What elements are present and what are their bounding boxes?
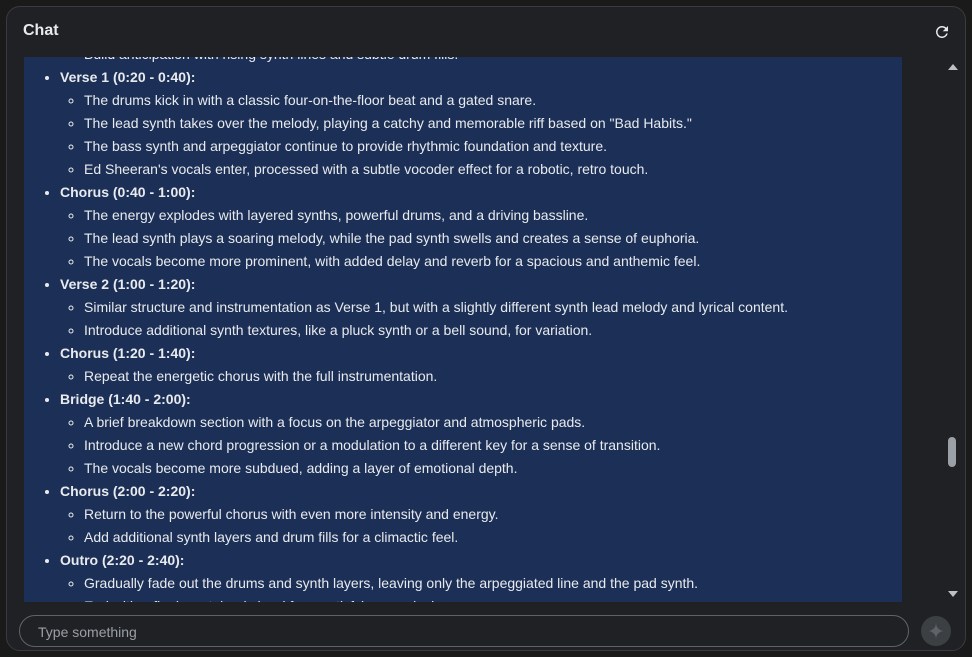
- chat-input-container: [19, 615, 909, 648]
- list-section: Bridge (1:40 - 2:00): A brief breakdown s…: [60, 388, 902, 480]
- list-item: Similar structure and instrumentation as…: [84, 296, 902, 319]
- list-item: The lead synth takes over the melody, pl…: [84, 112, 902, 135]
- chat-header: Chat: [7, 7, 965, 57]
- section-items: Return to the powerful chorus with even …: [60, 503, 902, 549]
- scroll-down-arrow-icon[interactable]: [948, 591, 958, 597]
- chat-input[interactable]: [36, 616, 900, 648]
- section-title: Chorus (0:40 - 1:00):: [60, 184, 196, 200]
- section-list: Verse 1 (0:20 - 0:40): The drums kick in …: [24, 66, 902, 602]
- list-item: Introduce additional synth textures, lik…: [84, 319, 902, 342]
- list-item: Ed Sheeran's vocals enter, processed wit…: [84, 158, 902, 181]
- section-items: A brief breakdown section with a focus o…: [60, 411, 902, 480]
- scroll-thumb[interactable]: [948, 437, 956, 467]
- list-item: The vocals become more subdued, adding a…: [84, 457, 902, 480]
- list-item: The energy explodes with layered synths,…: [84, 204, 902, 227]
- list-item: The bass synth and arpeggiator continue …: [84, 135, 902, 158]
- section-title: Bridge (1:40 - 2:00):: [60, 391, 191, 407]
- chat-title: Chat: [23, 22, 59, 39]
- section-title: Chorus (2:00 - 2:20):: [60, 483, 196, 499]
- sparkle-icon: [928, 623, 944, 639]
- list-section: Chorus (1:20 - 1:40): Repeat the energeti…: [60, 342, 902, 388]
- section-title: Verse 2 (1:00 - 1:20):: [60, 276, 196, 292]
- send-button[interactable]: [921, 616, 951, 646]
- list-item: The vocals become more prominent, with a…: [84, 250, 902, 273]
- section-title: Chorus (1:20 - 1:40):: [60, 345, 196, 361]
- section-title: Verse 1 (0:20 - 0:40):: [60, 69, 196, 85]
- list-section: Chorus (2:00 - 2:20): Return to the power…: [60, 480, 902, 549]
- list-item: Return to the powerful chorus with even …: [84, 503, 902, 526]
- section-items: Gradually fade out the drums and synth l…: [60, 572, 902, 602]
- scroll-up-arrow-icon[interactable]: [948, 64, 958, 70]
- list-section: Outro (2:20 - 2:40): Gradually fade out t…: [60, 549, 902, 602]
- list-item: The lead synth plays a soaring melody, w…: [84, 227, 902, 250]
- section-title: Outro (2:20 - 2:40):: [60, 552, 185, 568]
- refresh-icon[interactable]: [933, 23, 951, 41]
- list-item: A brief breakdown section with a focus o…: [84, 411, 902, 434]
- list-item: Repeat the energetic chorus with the ful…: [84, 365, 902, 388]
- list-section: Chorus (0:40 - 1:00): The energy explodes…: [60, 181, 902, 273]
- chat-window: Chat Build anticipation with rising synt…: [6, 6, 966, 651]
- section-items: Similar structure and instrumentation as…: [60, 296, 902, 342]
- scrollbar[interactable]: [941, 57, 965, 602]
- message-scroll-area: Build anticipation with rising synth lin…: [24, 57, 902, 602]
- section-items: Repeat the energetic chorus with the ful…: [60, 365, 902, 388]
- section-items: The energy explodes with layered synths,…: [60, 204, 902, 273]
- message-content: Build anticipation with rising synth lin…: [24, 57, 902, 602]
- list-section: Verse 2 (1:00 - 1:20): Similar structure …: [60, 273, 902, 342]
- list-item: Introduce a new chord progression or a m…: [84, 434, 902, 457]
- list-section: Verse 1 (0:20 - 0:40): The drums kick in …: [60, 66, 902, 181]
- list-item: Gradually fade out the drums and synth l…: [84, 572, 902, 595]
- list-item: The drums kick in with a classic four-on…: [84, 89, 902, 112]
- list-item: Add additional synth layers and drum fil…: [84, 526, 902, 549]
- section-items: The drums kick in with a classic four-on…: [60, 89, 902, 181]
- list-item: End with a final, sustained chord for a …: [84, 595, 902, 602]
- partial-line: Build anticipation with rising synth lin…: [24, 57, 902, 66]
